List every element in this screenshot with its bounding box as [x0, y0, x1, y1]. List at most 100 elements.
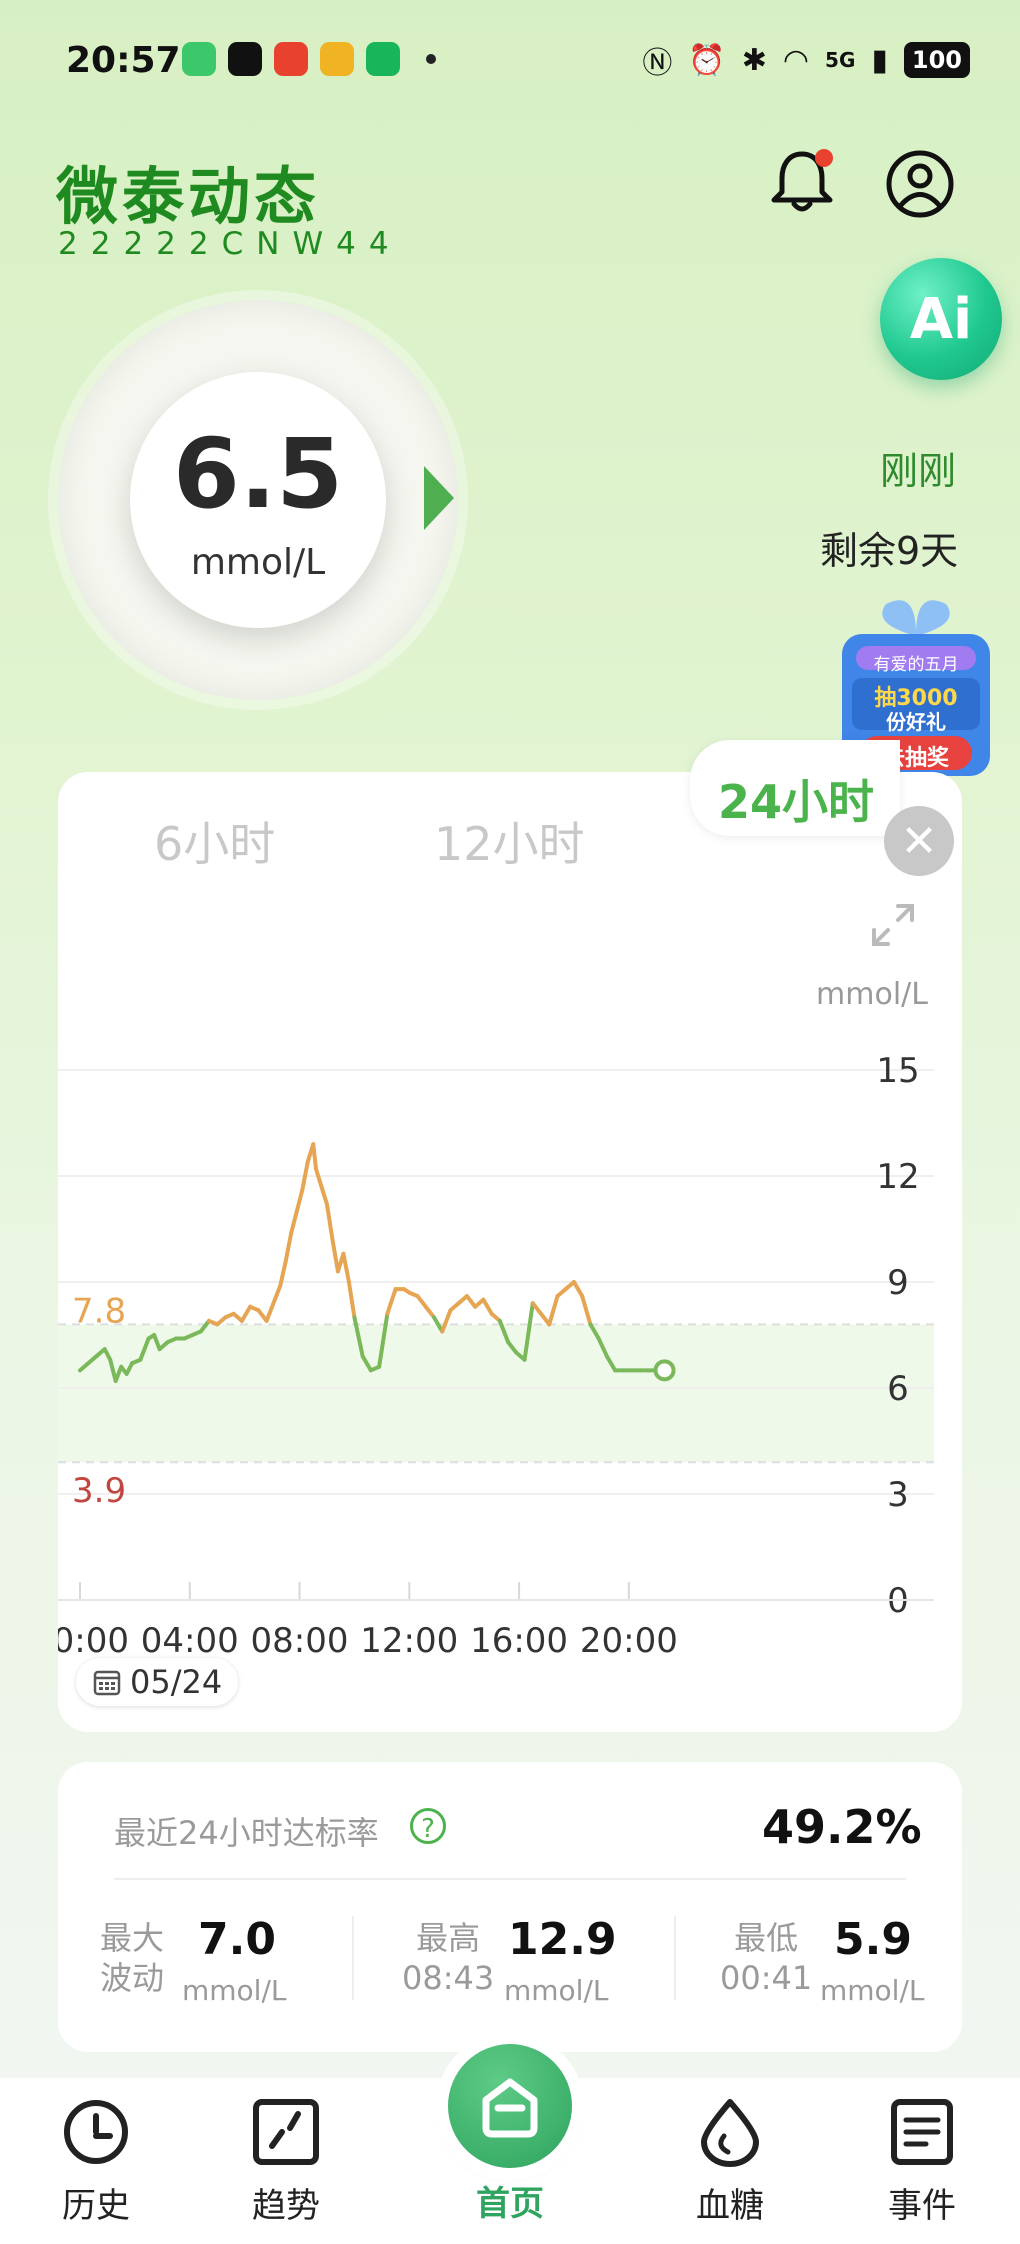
expand-chart-button[interactable]	[870, 902, 916, 948]
nav-home-label: 首页	[476, 2184, 544, 2224]
event-icon	[891, 2099, 953, 2165]
nav-history-label: 历史	[62, 2186, 130, 2226]
nav-history[interactable]: 历史	[16, 2096, 176, 2227]
profile-button[interactable]	[884, 148, 956, 220]
highest-value: 12.9	[508, 1914, 617, 1965]
sensor-remaining: 剩余9天	[820, 529, 959, 573]
promo-line-3: 份好礼	[886, 710, 946, 734]
taxi-app-icon	[320, 42, 354, 76]
y-tick-label: 9	[887, 1263, 909, 1303]
glucose-line-segment	[264, 1297, 277, 1323]
close-promo-button[interactable]: ✕	[884, 806, 954, 876]
glucose-line-segment	[346, 1280, 357, 1320]
alarm-icon: ⏰	[688, 42, 726, 78]
y-axis-unit: mmol/L	[816, 977, 928, 1012]
trend-arrow-icon	[424, 466, 454, 530]
tab-24h-label: 24小时	[718, 775, 875, 829]
home-icon	[482, 2078, 538, 2138]
shopping-app-icon	[274, 42, 308, 76]
system-icons: Ⓝ ⏰ ✱ ◠ 5G ▮ 100	[642, 38, 970, 82]
calendar-icon	[93, 1670, 121, 1696]
y-tick-label: 15	[876, 1051, 919, 1091]
expand-icon	[872, 904, 914, 946]
glucose-line-segment	[423, 1304, 436, 1320]
glucose-unit: mmol/L	[190, 542, 326, 583]
highest-unit: mmol/L	[504, 1974, 609, 2007]
glucose-line-segment	[311, 1142, 318, 1171]
glucose-line-segment	[330, 1237, 340, 1274]
signal-icon: ▮	[871, 42, 888, 78]
glucose-line-segment	[239, 1304, 253, 1323]
nav-events[interactable]: 事件	[842, 2096, 1002, 2227]
status-time: 20:57	[66, 40, 181, 81]
bluetooth-icon: ✱	[741, 42, 767, 78]
highest-time: 08:43	[402, 1959, 495, 1997]
promo-line-1: 有爱的五月	[873, 655, 959, 675]
notification-icons	[182, 42, 436, 76]
glucose-line-segment	[294, 1188, 305, 1214]
user-icon	[886, 150, 954, 218]
nav-trend[interactable]: 趋势	[206, 2096, 366, 2227]
nav-trend-label: 趋势	[252, 2186, 320, 2226]
lowest-stat: 最低 00:41	[720, 1918, 812, 1998]
date-selector[interactable]: 05/24	[76, 1658, 239, 1706]
target-low-label: 3.9	[72, 1471, 126, 1511]
history-icon	[64, 2100, 128, 2164]
close-icon: ✕	[900, 815, 938, 867]
glucose-value: 6.5	[172, 418, 344, 530]
lowest-label: 最低	[734, 1919, 799, 1957]
max-fluct-unit: mmol/L	[182, 1974, 287, 2007]
glucose-line-segment	[283, 1230, 294, 1263]
tab-6h[interactable]: 6小时	[154, 808, 275, 874]
lowest-unit: mmol/L	[820, 1974, 925, 2007]
wifi-icon: ◠	[782, 42, 810, 78]
highest-label: 最高	[416, 1919, 481, 1957]
reading-time: 刚刚	[880, 449, 957, 493]
battery-app-icon	[182, 42, 216, 76]
glucose-line-segment	[547, 1294, 560, 1327]
notification-button[interactable]	[766, 146, 838, 218]
glucose-line-chart: mmol/L 151296307.83.9 00:0004:0008:0012:…	[58, 977, 934, 1660]
x-tick-label: 00:00	[58, 1621, 129, 1660]
target-range-band	[58, 1324, 934, 1463]
glucose-line-segment	[481, 1297, 494, 1316]
glucose-line-segment	[300, 1159, 310, 1193]
status-bar: 20:57 Ⓝ ⏰ ✱ ◠ 5G ▮ 100	[0, 0, 1020, 110]
target-rate-value: 49.2%	[762, 1800, 922, 1854]
max-fluctuation-stat: 最大 波动	[100, 1918, 164, 1998]
highest-stat: 最高 08:43	[402, 1918, 494, 1998]
max-fluct-value: 7.0	[198, 1914, 276, 1965]
x-tick-label: 16:00	[470, 1621, 568, 1660]
glucose-line-segment	[580, 1294, 593, 1327]
nav-events-label: 事件	[888, 2186, 956, 2226]
nfc-icon: Ⓝ	[642, 46, 673, 81]
max-fluct-label-1: 最大	[100, 1919, 165, 1957]
nav-home[interactable]	[448, 2044, 572, 2168]
app-title: 微泰动态	[56, 160, 321, 233]
max-fluct-label-2: 波动	[100, 1959, 165, 1997]
ai-assistant-button[interactable]: Ai	[880, 258, 1002, 380]
y-tick-label: 3	[887, 1475, 909, 1515]
glucose-line-segment	[415, 1294, 428, 1309]
blood-drop-icon	[701, 2099, 759, 2167]
x-tick-label: 08:00	[251, 1621, 349, 1660]
y-tick-label: 6	[887, 1369, 909, 1409]
x-tick-label: 12:00	[360, 1621, 458, 1660]
video-app-icon	[366, 42, 400, 76]
tiktok-app-icon	[228, 42, 262, 76]
glucose-line-segment	[289, 1209, 299, 1235]
y-tick-label: 12	[876, 1157, 919, 1197]
target-rate-label: 最近24小时达标率	[114, 1814, 379, 1852]
x-axis-ticks: 00:00 04:00 08:00 12:00 16:00 20:00	[58, 1582, 934, 1660]
bell-icon	[771, 149, 833, 212]
tab-12h[interactable]: 12小时	[434, 808, 585, 874]
target-high-label: 7.8	[72, 1291, 126, 1331]
glucose-line-segment	[464, 1294, 478, 1309]
ai-label: Ai	[909, 286, 973, 352]
glucose-line-segment	[385, 1287, 398, 1316]
glucose-line-segment	[319, 1184, 329, 1207]
latest-reading-point[interactable]	[653, 1359, 676, 1382]
nav-glucose[interactable]: 血糖	[650, 2096, 810, 2227]
nav-glucose-label: 血糖	[696, 2186, 764, 2226]
help-icon[interactable]: ?	[410, 1808, 446, 1844]
